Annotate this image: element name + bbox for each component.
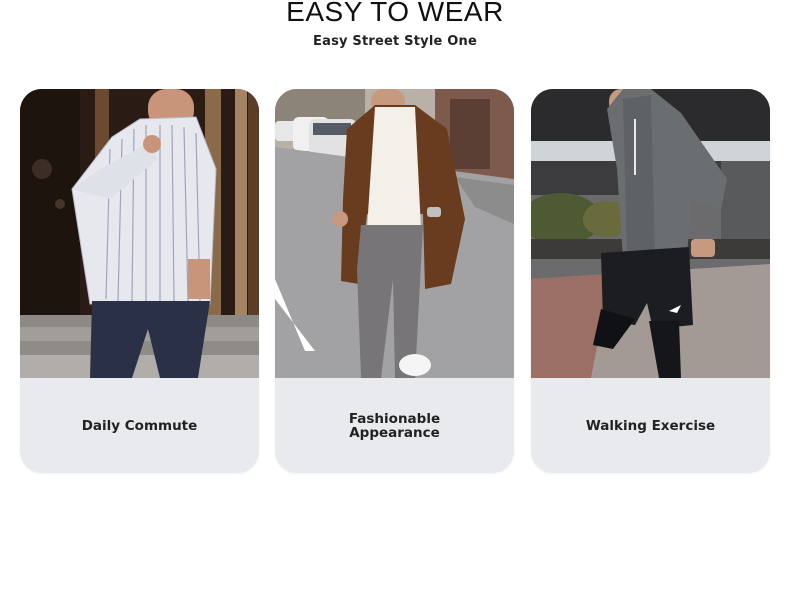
section-title: EASY TO WEAR bbox=[286, 0, 504, 27]
card-walking-exercise: Walking Exercise bbox=[531, 89, 770, 473]
usage-cards: Daily Commute Fashionable Appearance Wal… bbox=[20, 89, 770, 473]
card-daily-commute: Daily Commute bbox=[20, 89, 259, 473]
man-striped-shirt-photo bbox=[20, 89, 259, 378]
product-feature-section: EASY TO WEAR Easy Street Style One Daily… bbox=[0, 0, 790, 596]
card-label: Walking Exercise bbox=[585, 417, 716, 434]
man-hoodie-shorts-photo bbox=[531, 89, 770, 378]
man-brown-coat-photo bbox=[275, 89, 514, 378]
section-subtitle: Easy Street Style One bbox=[313, 34, 477, 49]
card-label: Fashionable Appearance bbox=[348, 410, 441, 441]
card-label: Daily Commute bbox=[81, 417, 198, 434]
card-caption-walking-exercise: Walking Exercise bbox=[531, 378, 770, 473]
card-caption-fashionable-appearance: Fashionable Appearance bbox=[275, 378, 514, 473]
card-fashionable-appearance: Fashionable Appearance bbox=[275, 89, 514, 473]
card-caption-daily-commute: Daily Commute bbox=[20, 378, 259, 473]
